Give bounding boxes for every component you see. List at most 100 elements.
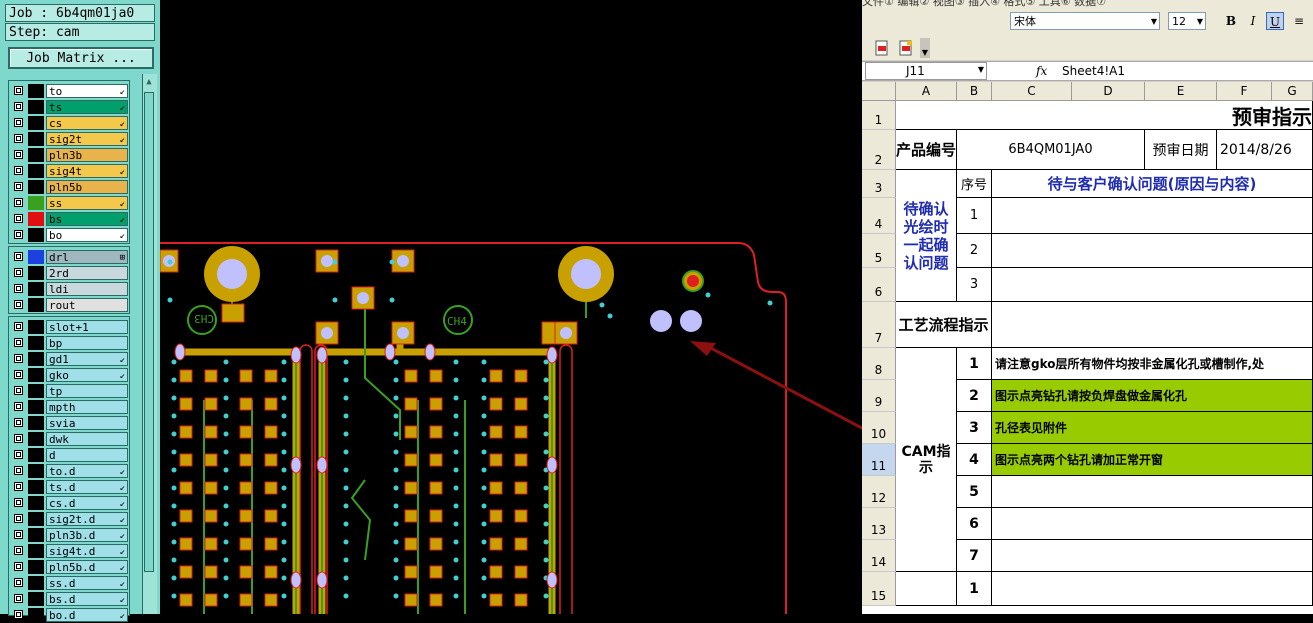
row15-num[interactable]: 1 xyxy=(957,572,992,606)
product-no-label[interactable]: 产品编号 xyxy=(896,130,957,170)
layer-checkbox[interactable] xyxy=(14,214,23,223)
layer-color-swatch[interactable] xyxy=(28,400,44,414)
layer-color-swatch[interactable] xyxy=(28,100,44,114)
layer-name[interactable]: to.d ↙ xyxy=(46,464,128,478)
row-header[interactable]: 11 xyxy=(862,444,896,476)
layer-color-swatch[interactable] xyxy=(28,432,44,446)
font-name-select[interactable]: 宋体 ▼ xyxy=(1010,12,1160,30)
layer-checkbox[interactable] xyxy=(14,562,23,571)
row-header[interactable]: 3 xyxy=(862,170,896,198)
cam-item-num[interactable]: 4 xyxy=(957,444,992,476)
scroll-up-arrow-icon[interactable]: ▲ xyxy=(144,76,154,88)
spreadsheet-grid[interactable]: A B C D E F G 1 2 3 4 5 6 7 8 9 10 11 12 13 14 15 预审指示 产品编号 6B4Q… xyxy=(862,82,1313,614)
layer-checkbox[interactable] xyxy=(14,418,23,427)
toolbar-grip-icon[interactable]: ▼ xyxy=(920,38,930,58)
layer-color-swatch[interactable] xyxy=(28,384,44,398)
layer-color-swatch[interactable] xyxy=(28,116,44,130)
review-date-label[interactable]: 预审日期 xyxy=(1145,130,1217,170)
menu-bar[interactable]: 文件① 编辑② 视图③ 插入④ 格式⑤ 工具⑥ 数据⑦ xyxy=(862,0,1313,8)
layer-row-bp[interactable]: bp xyxy=(11,335,129,351)
fx-icon[interactable]: fx xyxy=(1036,62,1047,80)
layer-color-swatch[interactable] xyxy=(28,544,44,558)
layer-color-swatch[interactable] xyxy=(28,196,44,210)
layer-row-2rd[interactable]: 2rd xyxy=(11,265,129,281)
row-header[interactable]: 2 xyxy=(862,130,896,170)
layer-color-swatch[interactable] xyxy=(28,336,44,350)
layer-name[interactable]: sig4t.d ↙ xyxy=(46,544,128,558)
cam-item-num[interactable]: 3 xyxy=(957,412,992,444)
layer-row-rout[interactable]: rout xyxy=(11,297,129,313)
align-left-icon[interactable]: ≡ xyxy=(1290,12,1308,30)
layer-checkbox[interactable] xyxy=(14,594,23,603)
pending-seq[interactable]: 2 xyxy=(957,234,992,268)
layer-color-swatch[interactable] xyxy=(28,84,44,98)
layer-row-bs-d[interactable]: bs.d ↙ xyxy=(11,591,129,607)
layer-name[interactable]: 2rd xyxy=(46,266,128,280)
row-header[interactable]: 5 xyxy=(862,234,896,268)
layer-name[interactable]: drl ⊞ xyxy=(46,250,128,264)
layer-name[interactable]: bs ↙ xyxy=(46,212,128,226)
layer-checkbox[interactable] xyxy=(14,386,23,395)
layer-name[interactable]: sig2t.d ↙ xyxy=(46,512,128,526)
process-content[interactable] xyxy=(992,302,1313,348)
select-all-corner[interactable] xyxy=(862,82,896,101)
column-header[interactable]: D xyxy=(1072,82,1145,101)
row-header[interactable]: 15 xyxy=(862,572,896,606)
layer-color-swatch[interactable] xyxy=(28,560,44,574)
layer-name[interactable]: slot+1 xyxy=(46,320,128,334)
layer-name[interactable]: gko ↙ xyxy=(46,368,128,382)
layer-row-cs[interactable]: cs ↙ xyxy=(11,115,129,131)
layer-color-swatch[interactable] xyxy=(28,576,44,590)
layer-checkbox[interactable] xyxy=(14,482,23,491)
row-header[interactable]: 9 xyxy=(862,380,896,412)
layer-name[interactable]: pln3b.d ↙ xyxy=(46,528,128,542)
layer-row-ts-d[interactable]: ts.d ↙ xyxy=(11,479,129,495)
pcb-graphic-view[interactable]: CH3 CH4 xyxy=(159,0,961,623)
layer-row-ts[interactable]: ts ↙ xyxy=(11,99,129,115)
layer-row-svia[interactable]: svia xyxy=(11,415,129,431)
row-header[interactable]: 14 xyxy=(862,540,896,572)
layer-row-pln5b-d[interactable]: pln5b.d ↙ xyxy=(11,559,129,575)
column-header[interactable]: C xyxy=(992,82,1072,101)
pdf-convert-icon[interactable] xyxy=(874,40,890,56)
cam-item-num[interactable]: 1 xyxy=(957,348,992,380)
cam-label[interactable]: CAM指示 xyxy=(896,348,957,572)
row-header[interactable]: 10 xyxy=(862,412,896,444)
layer-name[interactable]: d xyxy=(46,448,128,462)
bold-button[interactable]: B xyxy=(1222,12,1240,30)
layer-checkbox[interactable] xyxy=(14,322,23,331)
layer-row-tp[interactable]: tp xyxy=(11,383,129,399)
pending-seq[interactable]: 3 xyxy=(957,268,992,302)
layer-color-swatch[interactable] xyxy=(28,464,44,478)
layer-row-sig4t-d[interactable]: sig4t.d ↙ xyxy=(11,543,129,559)
pending-header[interactable]: 待与客户确认问题(原因与内容) xyxy=(992,170,1313,198)
row-header[interactable]: 8 xyxy=(862,348,896,380)
layer-name[interactable]: cs.d ↙ xyxy=(46,496,128,510)
layer-checkbox[interactable] xyxy=(14,118,23,127)
layer-name[interactable]: cs ↙ xyxy=(46,116,128,130)
layer-color-swatch[interactable] xyxy=(28,164,44,178)
layer-color-swatch[interactable] xyxy=(28,608,44,622)
layer-name[interactable]: ldi xyxy=(46,282,128,296)
column-header[interactable]: A xyxy=(896,82,957,101)
layer-name[interactable]: bo.d ↙ xyxy=(46,608,128,622)
row-header[interactable]: 4 xyxy=(862,198,896,234)
layer-color-swatch[interactable] xyxy=(28,132,44,146)
layer-checkbox[interactable] xyxy=(14,498,23,507)
layer-color-swatch[interactable] xyxy=(28,298,44,312)
layer-name[interactable]: sig2t ↙ xyxy=(46,132,128,146)
row-header[interactable]: 1 xyxy=(862,101,896,130)
layer-color-swatch[interactable] xyxy=(28,480,44,494)
cam-item-text[interactable] xyxy=(992,476,1313,508)
layer-checkbox[interactable] xyxy=(14,86,23,95)
layer-color-swatch[interactable] xyxy=(28,512,44,526)
layer-name[interactable]: to ↙ xyxy=(46,84,128,98)
layer-color-swatch[interactable] xyxy=(28,212,44,226)
layer-checkbox[interactable] xyxy=(14,252,23,261)
job-matrix-button[interactable]: Job Matrix ... xyxy=(8,47,154,69)
layer-row-mpth[interactable]: mpth xyxy=(11,399,129,415)
layer-row-dwk[interactable]: dwk xyxy=(11,431,129,447)
layer-row-sig2t-d[interactable]: sig2t.d ↙ xyxy=(11,511,129,527)
cam-item-text[interactable] xyxy=(992,540,1313,572)
layer-name[interactable]: dwk xyxy=(46,432,128,446)
